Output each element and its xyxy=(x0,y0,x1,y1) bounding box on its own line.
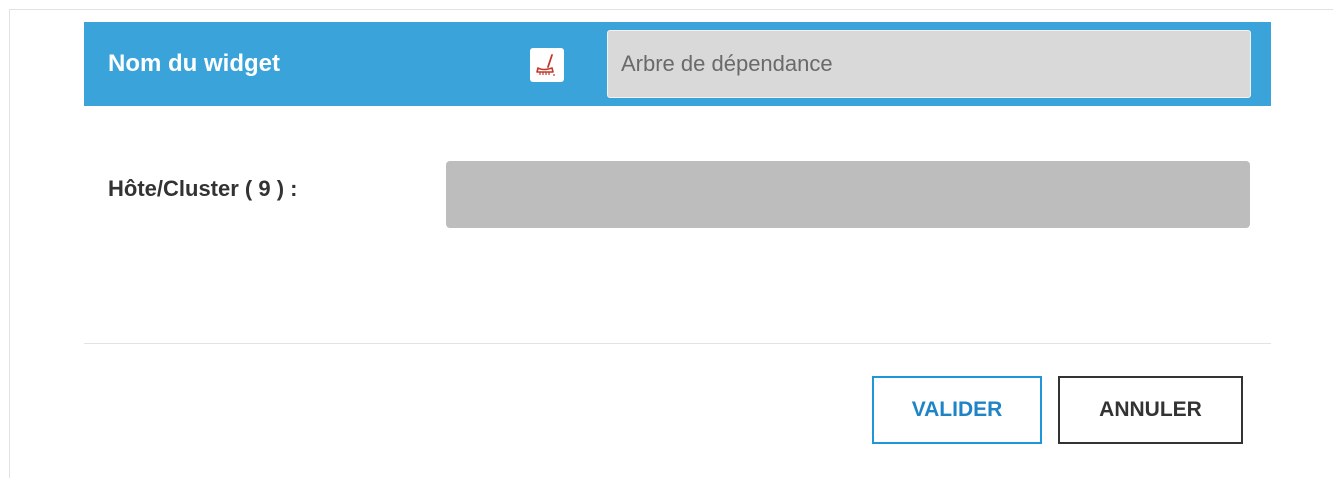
host-cluster-select[interactable] xyxy=(446,161,1250,228)
footer-divider xyxy=(84,343,1271,344)
broom-icon xyxy=(536,54,555,76)
widget-name-label: Nom du widget xyxy=(108,50,280,77)
clear-name-button[interactable] xyxy=(530,48,564,82)
validate-button[interactable]: VALIDER xyxy=(872,376,1042,444)
cancel-button[interactable]: ANNULER xyxy=(1058,376,1243,444)
widget-header: Nom du widget xyxy=(84,22,1271,106)
host-cluster-label: Hôte/Cluster ( 9 ) : xyxy=(108,176,298,201)
widget-name-input[interactable] xyxy=(607,30,1251,98)
